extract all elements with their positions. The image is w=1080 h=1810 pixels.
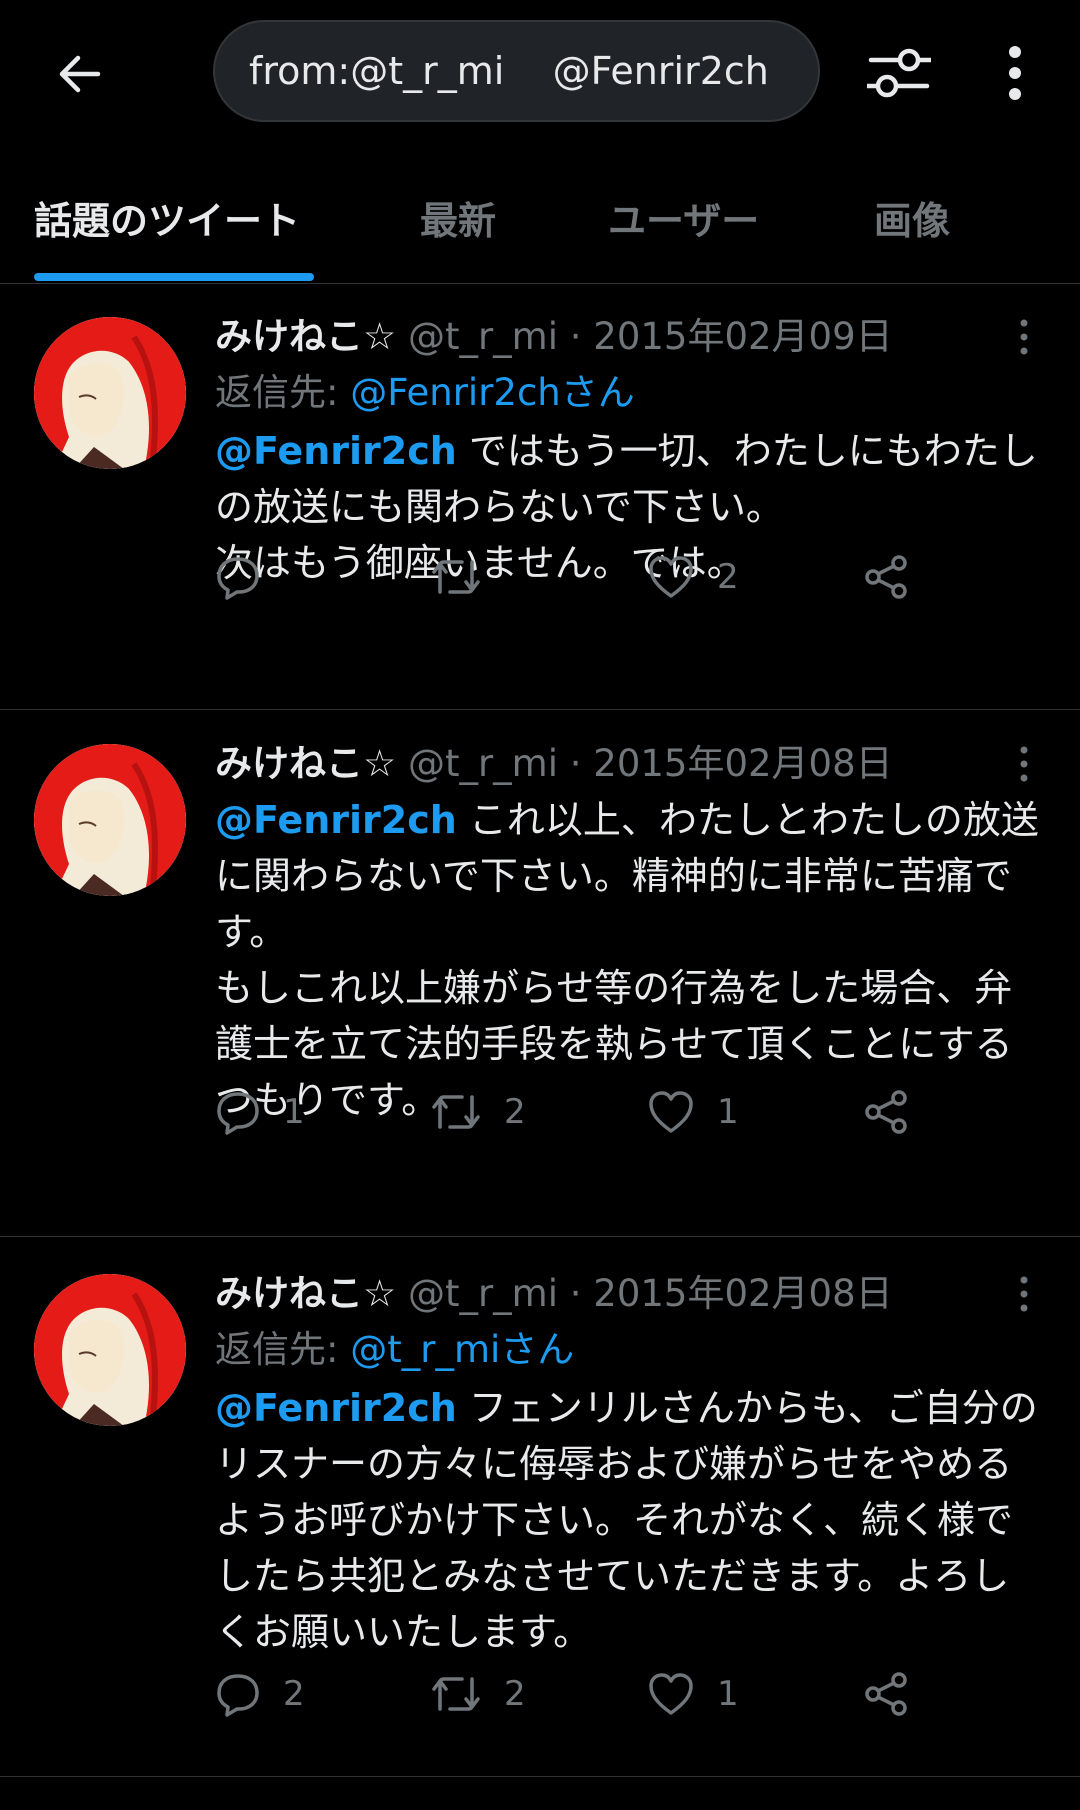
separator: · [569,315,582,358]
more-options-button[interactable] [990,38,1040,108]
reply-count: 2 [283,1674,305,1714]
user-handle[interactable]: @t_r_mi [408,742,558,785]
heart-icon [647,554,695,600]
retweet-count: 2 [504,1092,526,1132]
tab-latest[interactable]: 最新 [420,190,496,245]
retweet-button[interactable]: 2 [430,1664,526,1724]
arrow-left-icon [56,50,104,98]
tab-users[interactable]: ユーザー [608,190,759,245]
share-button[interactable] [863,1664,909,1724]
display-name[interactable]: みけねこ☆ [215,1272,396,1315]
tab-top-tweets[interactable]: 話題のツイート [34,190,300,245]
reply-to-link[interactable]: @t_r_miさん [350,1328,574,1371]
share-button[interactable] [863,547,909,607]
top-bar: from:@t_r_mi @Fenrir2ch [0,0,1080,140]
sliders-icon [867,46,931,100]
reply-context: 返信先: @t_r_miさん [215,1322,1040,1378]
tweet-body: みけねこ☆ @t_r_mi · 2015年02月08日 @Fenrir2ch こ… [215,736,1040,1128]
back-button[interactable] [48,42,112,106]
reply-prefix: 返信先: [215,1328,339,1371]
avatar[interactable] [34,744,186,896]
share-icon [863,1671,909,1717]
display-name[interactable]: みけねこ☆ [215,742,396,785]
share-button[interactable] [863,1082,909,1142]
search-input[interactable]: from:@t_r_mi @Fenrir2ch [213,20,820,122]
reply-prefix: 返信先: [215,371,339,414]
mention-link[interactable]: @Fenrir2ch [215,798,457,842]
reply-button[interactable] [215,547,283,607]
reply-context: 返信先: @Fenrir2chさん [215,365,1040,421]
tweet-text: @Fenrir2ch これ以上、わたしとわたしの放送に関わらないで下さい。精神的… [215,792,1040,1128]
tweet-card[interactable]: みけねこ☆ @t_r_mi · 2015年02月08日 返信先: @t_r_mi… [0,1237,1080,1777]
share-icon [863,1089,909,1135]
tweet-card[interactable]: みけねこ☆ @t_r_mi · 2015年02月09日 返信先: @Fenrir… [0,285,1080,710]
retweet-icon [430,1671,482,1717]
active-tab-indicator [34,273,314,281]
retweet-button[interactable] [430,547,504,607]
tweet-date[interactable]: 2015年02月08日 [593,742,892,785]
tweet-date[interactable]: 2015年02月09日 [593,315,892,358]
tweet-header: みけねこ☆ @t_r_mi · 2015年02月08日 [215,736,1040,792]
heart-icon [647,1671,695,1717]
search-tabs: 話題のツイート 最新 ユーザー 画像 [0,160,1080,284]
share-icon [863,554,909,600]
display-name[interactable]: みけねこ☆ [215,315,396,358]
like-count: 1 [717,1092,739,1132]
retweet-count: 2 [504,1674,526,1714]
mention-link[interactable]: @Fenrir2ch [215,1386,457,1430]
retweet-icon [430,554,482,600]
like-button[interactable]: 1 [647,1664,739,1724]
tweet-actions: 2 [215,547,935,607]
tweet-header: みけねこ☆ @t_r_mi · 2015年02月08日 [215,1266,1040,1322]
reply-button[interactable]: 2 [215,1664,305,1724]
tweet-body: みけねこ☆ @t_r_mi · 2015年02月08日 返信先: @t_r_mi… [215,1266,1040,1660]
separator: · [569,1272,582,1315]
tweet-date[interactable]: 2015年02月08日 [593,1272,892,1315]
retweet-icon [430,1089,482,1135]
filter-button[interactable] [864,38,934,108]
tweet-header: みけねこ☆ @t_r_mi · 2015年02月09日 [215,309,1040,365]
avatar[interactable] [34,1274,186,1426]
avatar[interactable] [34,317,186,469]
separator: · [569,742,582,785]
tweet-actions: 2 2 1 [215,1664,935,1724]
like-count: 1 [717,1674,739,1714]
mention-link[interactable]: @Fenrir2ch [215,429,457,473]
tweet-actions: 1 2 1 [215,1082,935,1142]
like-count: 2 [717,557,739,597]
more-vertical-icon [1008,45,1022,101]
reply-icon [215,554,261,600]
reply-to-link[interactable]: @Fenrir2chさん [350,371,635,414]
tweet-text-content: これ以上、わたしとわたしの放送に関わらないで下さい。精神的に非常に苦痛です。 も… [215,798,1039,1122]
reply-count: 1 [283,1092,305,1132]
tab-images[interactable]: 画像 [874,190,950,245]
heart-icon [647,1089,695,1135]
retweet-button[interactable]: 2 [430,1082,526,1142]
tweet-card[interactable]: みけねこ☆ @t_r_mi · 2015年02月08日 @Fenrir2ch こ… [0,710,1080,1237]
reply-button[interactable]: 1 [215,1082,305,1142]
like-button[interactable]: 1 [647,1082,739,1142]
user-handle[interactable]: @t_r_mi [408,315,558,358]
tweet-text: @Fenrir2ch フェンリルさんからも、ご自分のリスナーの方々に侮辱および嫌… [215,1380,1040,1660]
reply-icon [215,1089,261,1135]
user-handle[interactable]: @t_r_mi [408,1272,558,1315]
like-button[interactable]: 2 [647,547,739,607]
reply-icon [215,1671,261,1717]
